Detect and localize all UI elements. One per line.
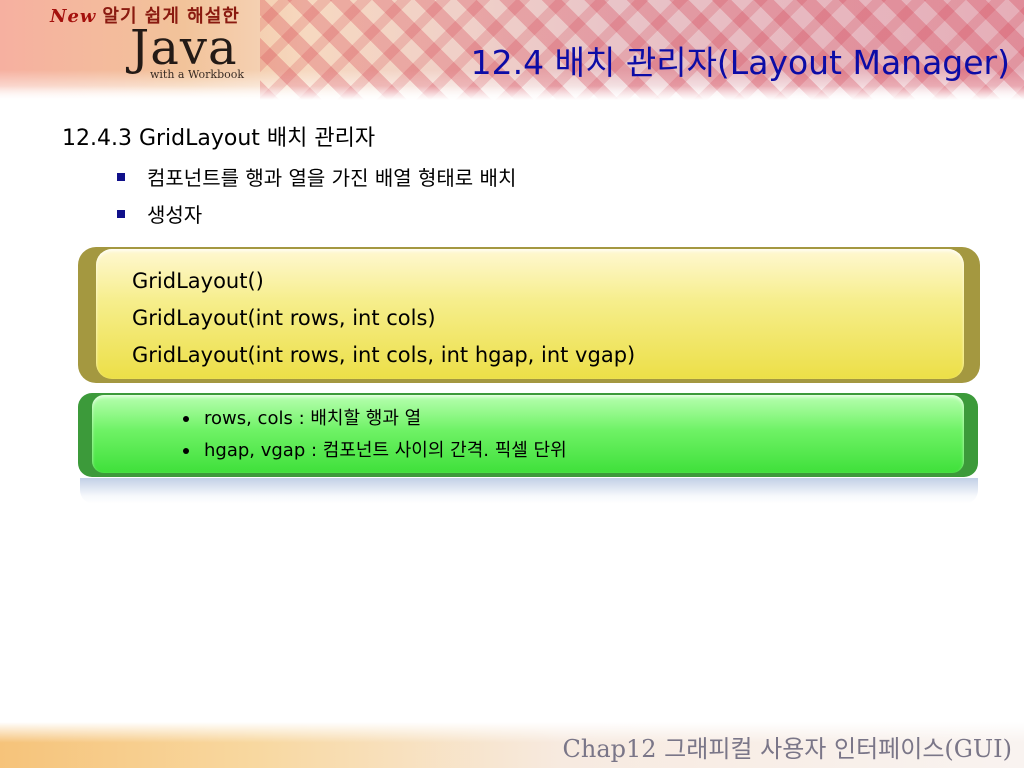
constructor-item: GridLayout() bbox=[132, 269, 264, 293]
parameter-item: hgap, vgap : 컴포넌트 사이의 간격. 픽셀 단위 bbox=[180, 435, 567, 467]
header-banner: New 알기 쉽게 해설한 Java with a Workbook 12.4 배… bbox=[0, 0, 1024, 100]
chapter-label: Chap12 그래피컬 사용자 인터페이스(GUI) bbox=[562, 735, 1012, 763]
slide: New 알기 쉽게 해설한 Java with a Workbook 12.4 배… bbox=[0, 0, 1024, 768]
bullet-item: 컴포넌트를 행과 열을 가진 배열 형태로 배치 bbox=[117, 160, 516, 197]
round-bullet-icon bbox=[183, 416, 189, 422]
bullet-text: 컴포넌트를 행과 열을 가진 배열 형태로 배치 bbox=[147, 166, 517, 190]
book-logo: New 알기 쉽게 해설한 Java with a Workbook bbox=[50, 2, 280, 94]
logo-new-label: New bbox=[50, 6, 97, 27]
parameter-item: rows, cols : 배치할 행과 열 bbox=[180, 403, 567, 435]
logo-subtitle: with a Workbook bbox=[150, 68, 245, 81]
bullet-item: 생성자 bbox=[117, 197, 516, 234]
parameter-panel-inner: rows, cols : 배치할 행과 열 hgap, vgap : 컴포넌트 … bbox=[92, 395, 964, 473]
square-bullet-icon bbox=[117, 210, 125, 218]
parameter-panel: rows, cols : 배치할 행과 열 hgap, vgap : 컴포넌트 … bbox=[78, 393, 978, 477]
round-bullet-icon bbox=[183, 448, 189, 454]
bullet-text: 생성자 bbox=[147, 203, 203, 227]
slide-title: 12.4 배치 관리자(Layout Manager) bbox=[470, 43, 1010, 82]
square-bullet-icon bbox=[117, 173, 125, 181]
parameter-text: rows, cols : 배치할 행과 열 bbox=[204, 408, 422, 429]
constructor-panel-inner: GridLayout() GridLayout(int rows, int co… bbox=[96, 249, 964, 379]
panel-reflection bbox=[80, 478, 978, 504]
bullet-list: 컴포넌트를 행과 열을 가진 배열 형태로 배치 생성자 bbox=[117, 160, 516, 234]
parameter-text: hgap, vgap : 컴포넌트 사이의 간격. 픽셀 단위 bbox=[204, 440, 567, 461]
constructor-item: GridLayout(int rows, int cols, int hgap,… bbox=[132, 343, 636, 367]
section-heading: 12.4.3 GridLayout 배치 관리자 bbox=[62, 126, 376, 151]
parameter-list: rows, cols : 배치할 행과 열 hgap, vgap : 컴포넌트 … bbox=[180, 403, 567, 467]
constructor-panel: GridLayout() GridLayout(int rows, int co… bbox=[78, 247, 980, 383]
constructor-list: GridLayout() GridLayout(int rows, int co… bbox=[132, 263, 635, 374]
footer-banner: Chap12 그래피컬 사용자 인터페이스(GUI) bbox=[0, 722, 1024, 768]
constructor-item: GridLayout(int rows, int cols) bbox=[132, 306, 436, 330]
